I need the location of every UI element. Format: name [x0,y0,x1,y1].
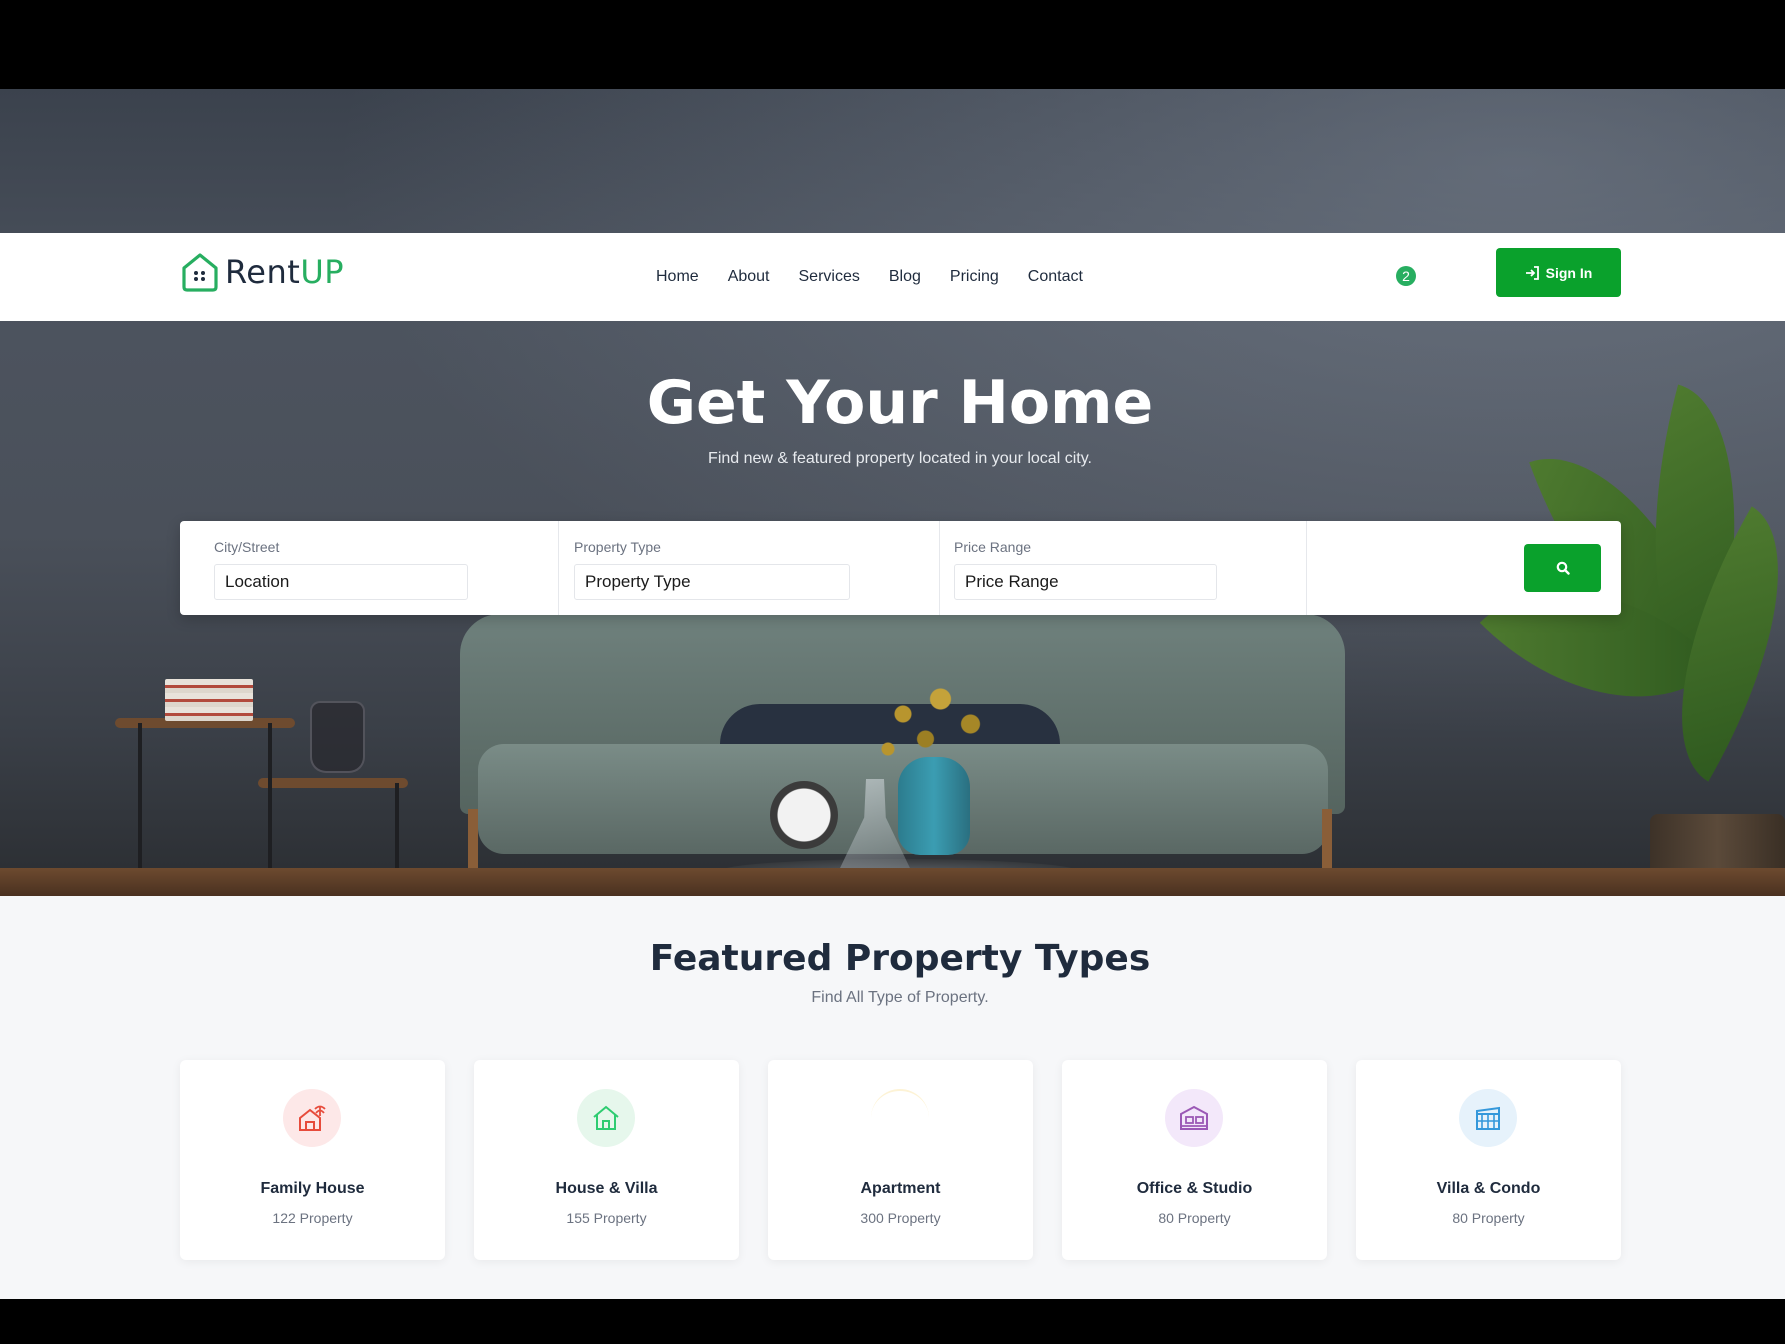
field-divider [558,521,559,615]
property-type-card[interactable]: Family House 122 Property [180,1060,445,1260]
floor [0,868,1785,896]
price-range-field: Price Range Price Range [954,521,1254,615]
field-divider [1306,521,1307,615]
glass-jar [310,701,365,773]
logo-text: RentUP [225,253,344,291]
hero-background [0,89,1785,896]
house-villa-icon [577,1089,635,1147]
nav-about[interactable]: About [728,268,770,286]
price-range-label: Price Range [954,539,1032,555]
logo-text-accent: UP [300,253,345,291]
nav-home[interactable]: Home [656,268,699,286]
featured-subtitle: Find All Type of Property. [811,989,989,1006]
card-count: 122 Property [272,1210,353,1226]
family-house-icon [283,1089,341,1147]
hero-subtitle: Find new & featured property located in … [708,450,1092,467]
featured-section: Featured Property Types Find All Type of… [0,896,1785,1299]
main-nav: Home About Services Blog Pricing Contact [656,233,1083,321]
location-field: City/Street Location [214,521,514,615]
card-count: 155 Property [566,1210,647,1226]
books [165,679,253,721]
apartment-icon [871,1089,929,1147]
card-count: 80 Property [1452,1210,1525,1226]
villa-condo-icon [1459,1089,1517,1147]
location-label: City/Street [214,539,280,555]
side-table-lower [258,778,408,788]
search-panel: City/Street Location Property Type Prope… [180,521,1621,615]
card-title: Family House [260,1180,365,1197]
letterbox-top [0,0,1785,89]
featured-title: Featured Property Types [649,938,1151,979]
notification-badge[interactable]: 2 [1396,266,1416,286]
location-input[interactable]: Location [214,564,468,600]
search-button[interactable] [1524,544,1601,592]
property-type-label: Property Type [574,539,661,555]
card-title: Apartment [860,1180,941,1197]
nav-services[interactable]: Services [799,268,860,286]
nav-pricing[interactable]: Pricing [950,268,999,286]
office-studio-icon [1165,1089,1223,1147]
alarm-clock [770,781,838,849]
property-type-card[interactable]: Apartment 300 Property [768,1060,1033,1260]
logo-text-main: Rent [225,253,301,291]
nav-contact[interactable]: Contact [1028,268,1083,286]
property-type-input[interactable]: Property Type [574,564,850,600]
site-header: RentUP Home About Services Blog Pricing … [0,233,1785,321]
nav-blog[interactable]: Blog [889,268,921,286]
sign-in-icon [1525,265,1539,280]
sign-in-button[interactable]: Sign In [1496,248,1621,297]
card-title: Office & Studio [1136,1180,1253,1197]
price-range-input[interactable]: Price Range [954,564,1217,600]
property-type-card[interactable]: Villa & Condo 80 Property [1356,1060,1621,1260]
sign-in-label: Sign In [1545,264,1593,281]
card-count: 80 Property [1158,1210,1231,1226]
logo[interactable]: RentUP [178,247,344,297]
flowers [858,674,1008,774]
card-title: Villa & Condo [1436,1180,1541,1197]
letterbox-bottom [0,1299,1785,1344]
property-type-card[interactable]: Office & Studio 80 Property [1062,1060,1327,1260]
property-type-field: Property Type Property Type [574,521,874,615]
house-logo-icon [182,253,218,292]
card-count: 300 Property [860,1210,941,1226]
property-type-card[interactable]: House & Villa 155 Property [474,1060,739,1260]
hero-title: Get Your Home [646,368,1154,438]
field-divider [939,521,940,615]
search-icon [1556,561,1570,575]
card-title: House & Villa [555,1180,658,1197]
